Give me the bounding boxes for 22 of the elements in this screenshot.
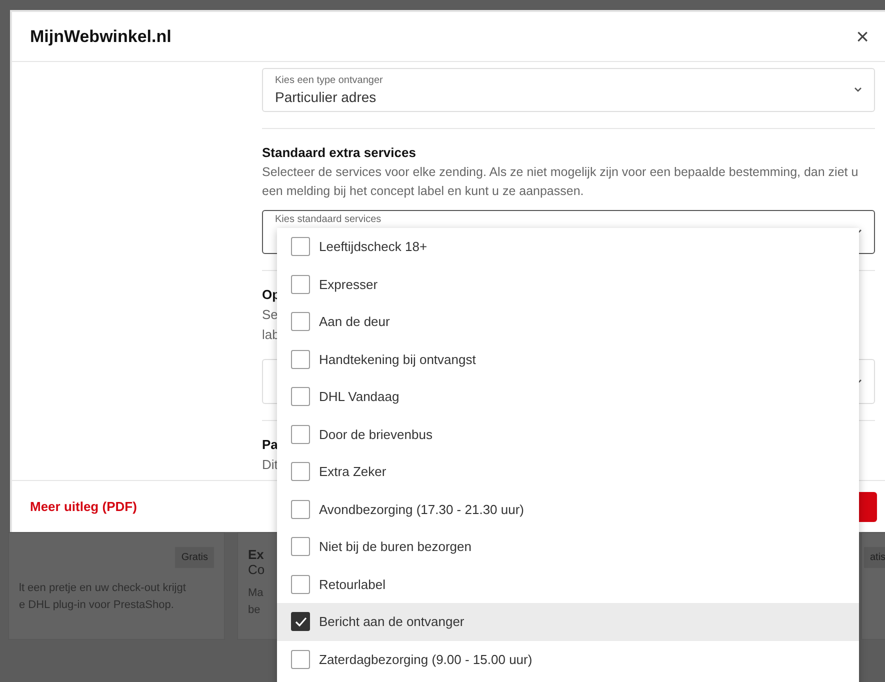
option-label: Bericht aan de ontvanger: [319, 614, 464, 630]
card-subtitle: Co: [248, 562, 265, 577]
section-description: Dit: [262, 456, 276, 474]
option-label: Expresser: [319, 276, 378, 292]
option-label: Extra Zeker: [319, 464, 386, 480]
price-tag: Gratis: [175, 547, 214, 568]
option-label: Niet bij de buren bezorgen: [319, 539, 472, 554]
card-title: Ex: [248, 547, 264, 562]
option-label: Handtekening bij ontvangst: [319, 352, 476, 367]
price-tag: atis: [864, 547, 885, 568]
option-label: Aan de deur: [319, 314, 390, 330]
option-label: Door de brievenbus: [319, 426, 432, 442]
option-label: Retourlabel: [319, 576, 386, 592]
section-heading: Pa: [262, 436, 276, 454]
option-label: DHL Vandaag: [319, 389, 400, 404]
section-heading: Standaard extra services: [262, 145, 417, 160]
dialog-title: MijnWebwinkel.nl: [30, 26, 172, 46]
option-label: Avondbezorging (17.30 - 21.30 uur): [319, 502, 524, 517]
section-description: Se: [262, 306, 276, 324]
section-description: Selecteer de services voor elke zending. Als ze niet mogelijk zijn voor een bepaalde bestemming, dan ziet u een melding bij het concept label en kunt u ze aanpassen.: [262, 164, 860, 200]
option-label: Zaterdagbezorging (9.00 - 15.00 uur): [319, 652, 532, 667]
option-label: Leeftijdscheck 18+: [319, 239, 428, 254]
